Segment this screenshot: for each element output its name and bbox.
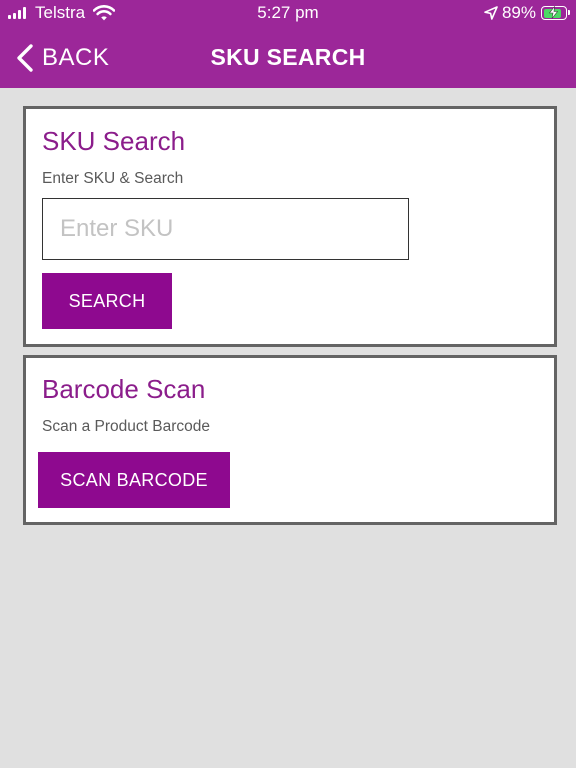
barcode-scan-subtitle: Scan a Product Barcode — [42, 418, 211, 435]
sku-search-card: SKU Search Enter SKU & Search SEARCH — [23, 106, 557, 347]
battery-charging-icon — [541, 6, 570, 20]
sku-search-title: SKU Search — [42, 126, 186, 156]
app-header: Telstra 5:27 pm 89% BACK SKU SEARCH — [0, 0, 576, 88]
scan-barcode-button[interactable]: SCAN BARCODE — [38, 452, 230, 508]
page-title: SKU SEARCH — [210, 44, 366, 70]
sku-search-subtitle: Enter SKU & Search — [42, 170, 184, 187]
battery-percent: 89% — [501, 3, 536, 22]
status-right: 89% — [484, 3, 570, 23]
status-bar: Telstra 5:27 pm 89% — [0, 0, 576, 26]
location-arrow-icon — [484, 6, 498, 20]
bolt-icon — [548, 6, 559, 19]
battery-tip — [568, 10, 570, 15]
barcode-scan-card: Barcode Scan Scan a Product Barcode SCAN… — [23, 355, 557, 525]
barcode-scan-title: Barcode Scan — [42, 374, 206, 404]
search-button[interactable]: SEARCH — [42, 273, 172, 329]
sku-input[interactable] — [42, 198, 409, 260]
